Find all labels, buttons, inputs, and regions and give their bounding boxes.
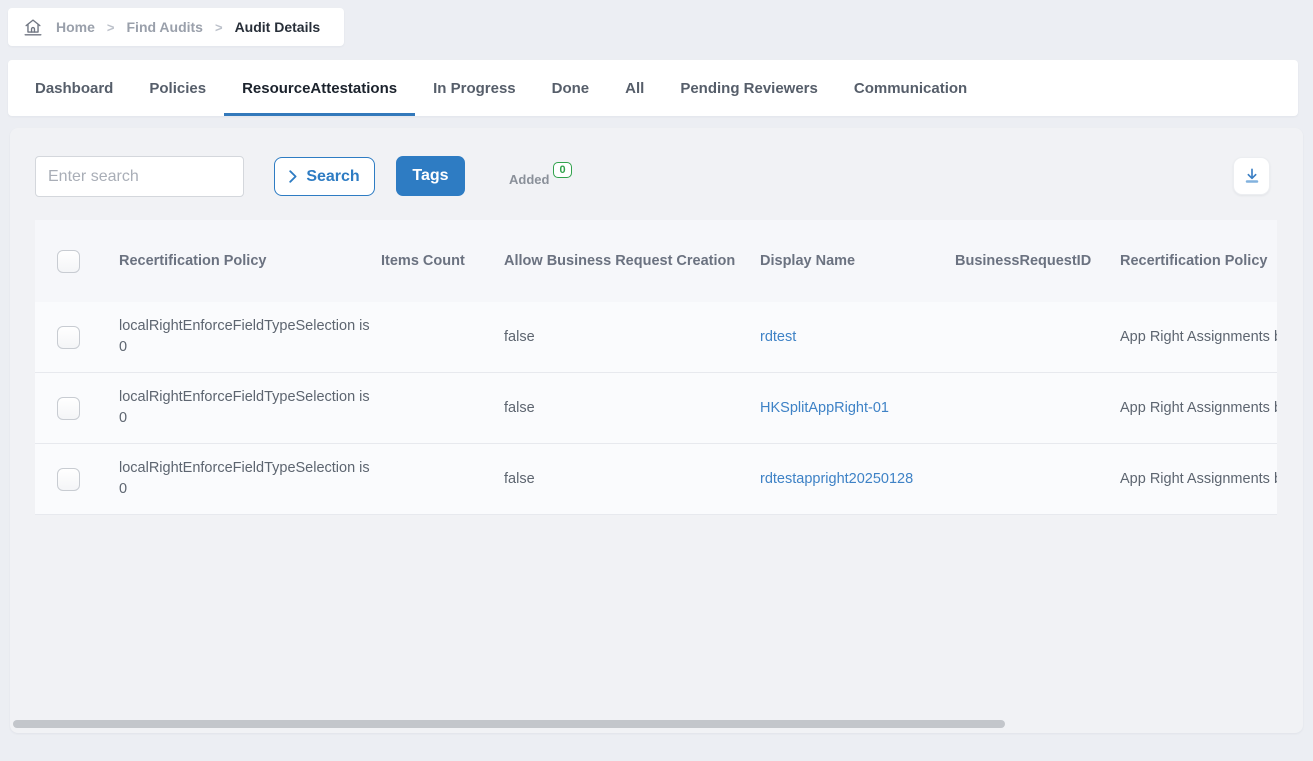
table-row: localRightEnforceFieldTypeSelection is 0… bbox=[35, 373, 1277, 444]
tab-all[interactable]: All bbox=[625, 60, 644, 116]
header-recertification-policy-2[interactable]: Recertification Policy bbox=[1120, 253, 1277, 269]
cell-allow-business-request-creation: false bbox=[504, 400, 760, 416]
tab-policies[interactable]: Policies bbox=[149, 60, 206, 116]
tab-in-progress[interactable]: In Progress bbox=[433, 60, 516, 116]
tab-bar: Dashboard Policies ResourceAttestations … bbox=[8, 60, 1298, 116]
added-count-badge: 0 bbox=[553, 162, 571, 178]
row-checkbox[interactable] bbox=[57, 397, 80, 420]
breadcrumb: Home > Find Audits > Audit Details bbox=[8, 8, 344, 46]
cell-allow-business-request-creation: false bbox=[504, 329, 760, 345]
row-checkbox[interactable] bbox=[57, 326, 80, 349]
chevron-right-icon: > bbox=[107, 20, 115, 35]
cell-recertification-policy: localRightEnforceFieldTypeSelection is 0 bbox=[119, 316, 377, 358]
added-label: Added bbox=[509, 172, 549, 187]
header-items-count[interactable]: Items Count bbox=[381, 253, 504, 269]
header-recertification-policy[interactable]: Recertification Policy bbox=[119, 253, 381, 269]
cell-recertification-policy: localRightEnforceFieldTypeSelection is 0 bbox=[119, 387, 377, 429]
home-icon[interactable] bbox=[22, 16, 44, 38]
tab-dashboard[interactable]: Dashboard bbox=[35, 60, 113, 116]
content-card: Search Tags Added 0 Recertification Poli… bbox=[10, 128, 1303, 733]
table-header-row: Recertification Policy Items Count Allow… bbox=[35, 220, 1277, 302]
display-name-link[interactable]: rdtestappright20250128 bbox=[760, 471, 913, 487]
tab-pending-reviewers[interactable]: Pending Reviewers bbox=[680, 60, 818, 116]
chevron-right-icon bbox=[289, 170, 297, 183]
table-row: localRightEnforceFieldTypeSelection is 0… bbox=[35, 302, 1277, 373]
breadcrumb-home[interactable]: Home bbox=[56, 19, 95, 35]
chevron-right-icon: > bbox=[215, 20, 223, 35]
download-icon bbox=[1242, 166, 1262, 186]
breadcrumb-find-audits[interactable]: Find Audits bbox=[127, 19, 203, 35]
page: Home > Find Audits > Audit Details Dashb… bbox=[0, 0, 1313, 761]
header-business-request-id[interactable]: BusinessRequestID bbox=[955, 253, 1120, 269]
select-all-checkbox[interactable] bbox=[57, 250, 80, 273]
header-allow-business-request-creation[interactable]: Allow Business Request Creation bbox=[504, 253, 760, 269]
tab-done[interactable]: Done bbox=[552, 60, 590, 116]
breadcrumb-current: Audit Details bbox=[235, 19, 321, 35]
display-name-link[interactable]: rdtest bbox=[760, 329, 796, 345]
cell-recertification-policy-2: App Right Assignments b bbox=[1120, 400, 1277, 416]
tab-communication[interactable]: Communication bbox=[854, 60, 967, 116]
tags-button[interactable]: Tags bbox=[396, 156, 465, 196]
active-tab-underline bbox=[224, 113, 415, 116]
table-row: localRightEnforceFieldTypeSelection is 0… bbox=[35, 444, 1277, 515]
header-display-name[interactable]: Display Name bbox=[760, 253, 955, 269]
display-name-link[interactable]: HKSplitAppRight-01 bbox=[760, 400, 889, 416]
cell-recertification-policy-2: App Right Assignments b bbox=[1120, 471, 1277, 487]
search-input[interactable] bbox=[35, 156, 244, 197]
download-button[interactable] bbox=[1233, 157, 1270, 195]
added-indicator: Added 0 bbox=[509, 162, 572, 187]
horizontal-scrollbar[interactable] bbox=[13, 720, 1005, 728]
row-checkbox[interactable] bbox=[57, 468, 80, 491]
cell-recertification-policy: localRightEnforceFieldTypeSelection is 0 bbox=[119, 458, 377, 500]
cell-recertification-policy-2: App Right Assignments b bbox=[1120, 329, 1277, 345]
tab-resource-attestations[interactable]: ResourceAttestations bbox=[242, 60, 397, 116]
cell-allow-business-request-creation: false bbox=[504, 471, 760, 487]
search-button[interactable]: Search bbox=[274, 157, 375, 196]
attestations-table: Recertification Policy Items Count Allow… bbox=[35, 220, 1277, 515]
